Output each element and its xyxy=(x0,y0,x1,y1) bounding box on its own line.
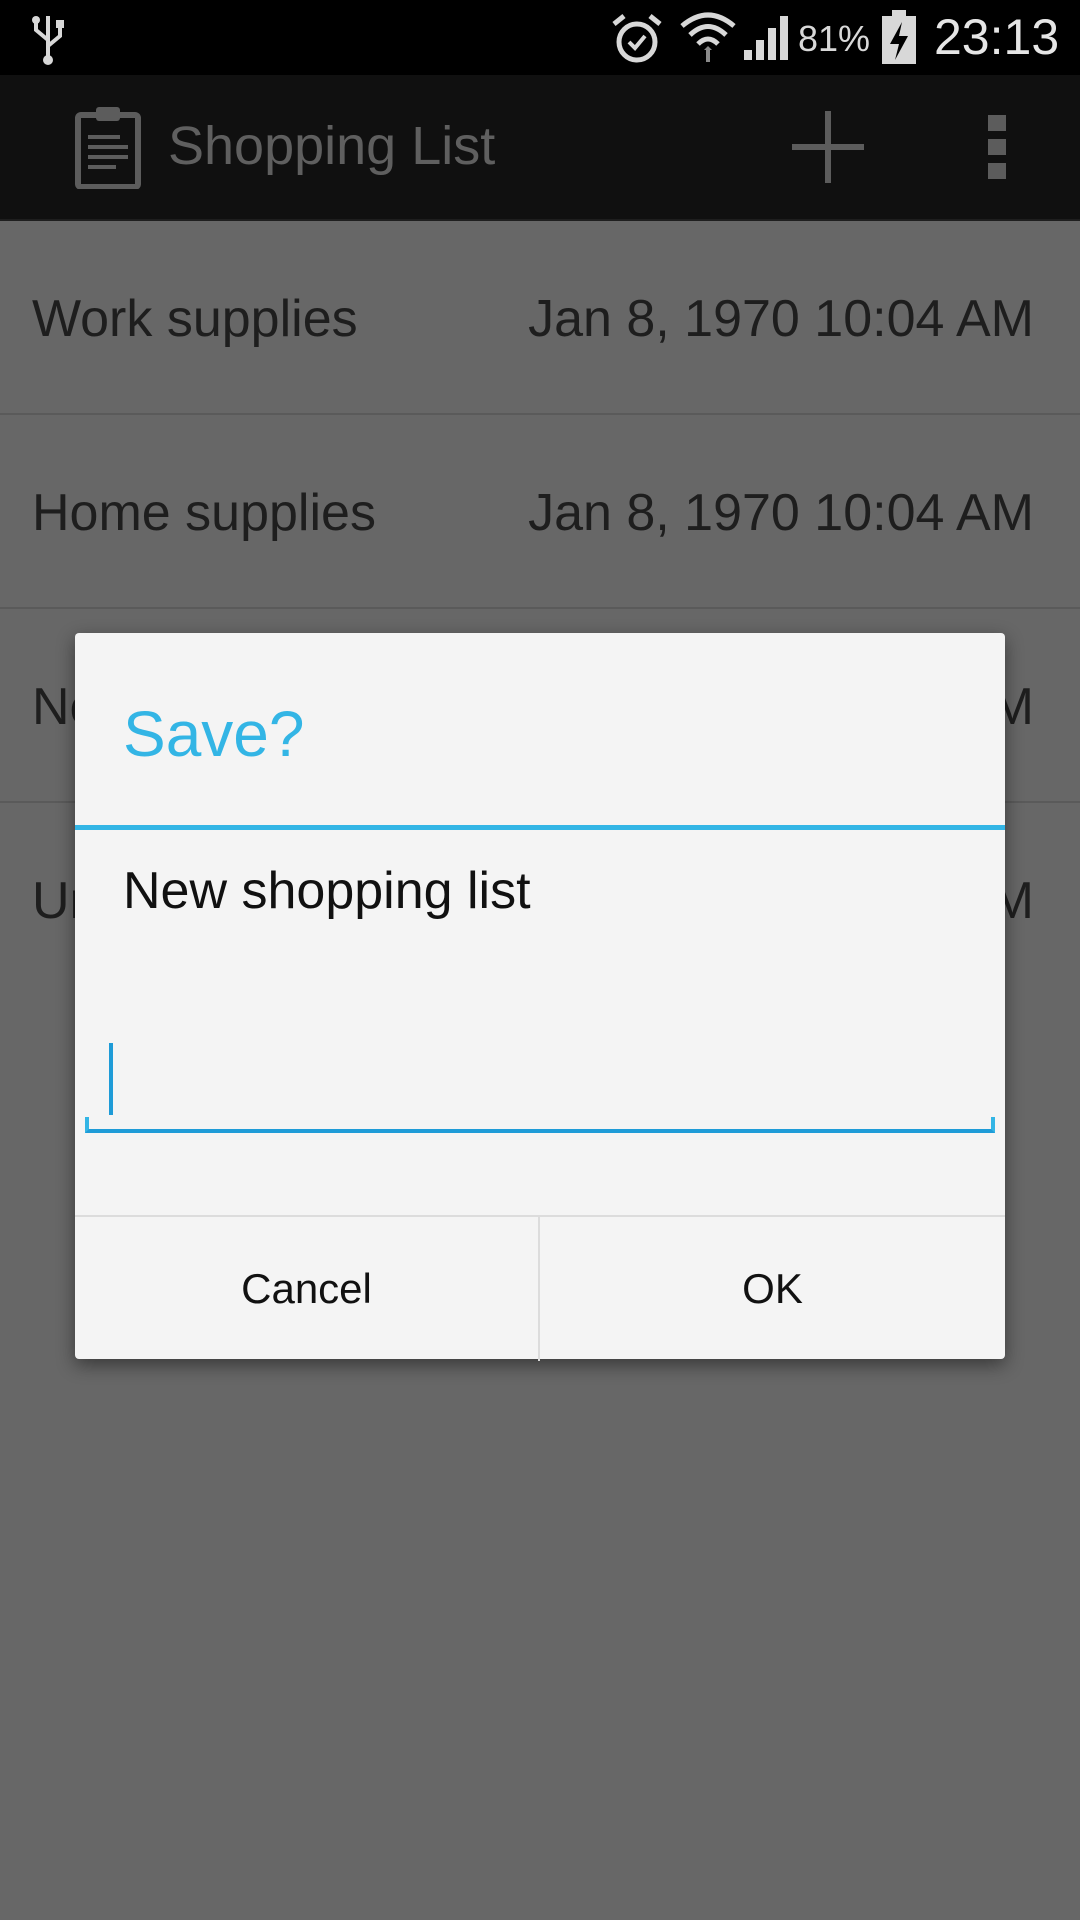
dialog-button-bar: Cancel OK xyxy=(75,1215,1005,1361)
battery-percent: 81% xyxy=(798,18,871,59)
list-item[interactable]: Home supplies Jan 8, 1970 10:04 AM xyxy=(0,415,1080,609)
dialog-title: Save? xyxy=(123,698,305,770)
app-title: Shopping List xyxy=(168,116,496,176)
usb-icon xyxy=(32,16,64,65)
add-icon[interactable] xyxy=(788,107,868,187)
list-item-date: Jan 8, 1970 10:04 AM xyxy=(528,484,1034,542)
battery-charging-icon xyxy=(882,10,916,64)
list-item[interactable]: Work supplies Jan 8, 1970 10:04 AM xyxy=(0,221,1080,415)
action-bar: Shopping List xyxy=(0,75,1080,221)
save-dialog: Save? New shopping list Cancel OK xyxy=(75,633,1005,1361)
list-item-date: Jan 8, 1970 10:04 AM xyxy=(528,290,1034,348)
status-clock: 23:13 xyxy=(934,9,1060,65)
dialog-title-divider xyxy=(75,825,1005,830)
status-bar: 81% 23:13 xyxy=(0,0,1080,75)
text-cursor xyxy=(109,1043,113,1115)
list-item-name: Work supplies xyxy=(32,290,358,348)
wifi-icon xyxy=(680,12,736,62)
alarm-icon xyxy=(612,14,662,63)
dialog-message: New shopping list xyxy=(123,862,531,920)
cancel-button[interactable]: Cancel xyxy=(75,1217,540,1361)
ok-button[interactable]: OK xyxy=(540,1217,1005,1361)
clipboard-icon[interactable] xyxy=(74,105,142,189)
list-item-name: Home supplies xyxy=(32,484,376,542)
overflow-menu-icon[interactable] xyxy=(980,115,1016,179)
input-underline xyxy=(85,1117,995,1133)
signal-icon xyxy=(744,16,788,60)
